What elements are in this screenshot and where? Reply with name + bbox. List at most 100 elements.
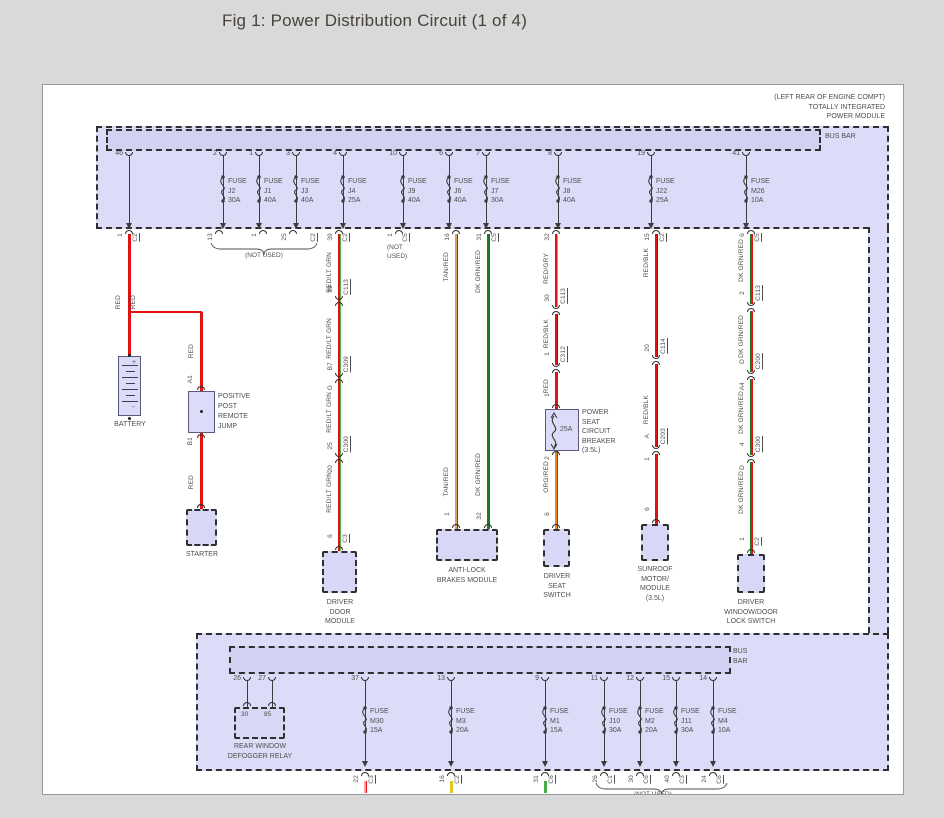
wire-color-label: TAN/RED xyxy=(443,467,450,497)
wire-color-label: DK GRN/RED xyxy=(475,453,482,496)
connector-pin: 25 xyxy=(327,442,334,450)
fuse-icon xyxy=(357,705,367,735)
wire-color-label: DK GRN/RED xyxy=(738,471,745,514)
fuse-label: FUSE xyxy=(348,178,367,185)
driver-seat-switch-label: DRIVER xyxy=(543,573,571,580)
anti-lock-brakes-module-label: ANTI-LOCK xyxy=(448,567,486,574)
internal-wire xyxy=(128,156,130,223)
wire-color-label: RED xyxy=(188,475,195,490)
connector-label: C2 xyxy=(659,233,666,242)
terminal-icon xyxy=(215,230,223,234)
fuse-label: FUSE xyxy=(681,708,700,715)
driver-door-module-label: MODULE xyxy=(325,618,355,625)
fuse-icon xyxy=(395,174,405,204)
fuse-label: M4 xyxy=(718,717,728,725)
component-pin: 6 xyxy=(327,534,334,538)
connector-label: C2 xyxy=(754,537,761,546)
fuse-label: 25A xyxy=(348,197,361,204)
wire-DK GRN/RED xyxy=(486,234,490,529)
positive-post-dot xyxy=(199,410,203,413)
wire-color-label: RED xyxy=(130,295,137,310)
bus-bar-top-label: BUS BAR xyxy=(825,133,856,140)
wire-color-label: RED/GRY xyxy=(543,253,550,284)
connector-pin: B7 xyxy=(327,362,334,371)
driver-window-door-lock-switch-label: LOCK SWITCH xyxy=(726,618,776,625)
terminal-icon xyxy=(652,519,660,523)
wire-color-label: DK GRN/RED xyxy=(738,315,745,358)
wire-color-label: DK GRN/RED xyxy=(738,239,745,282)
wire-RED xyxy=(199,433,203,509)
connector-label: C5 xyxy=(402,233,409,242)
wire-PNK xyxy=(363,781,367,793)
connector-name: C300 xyxy=(755,436,762,453)
fuse-icon xyxy=(596,705,606,735)
terminal-icon xyxy=(268,702,276,706)
fuse-icon xyxy=(288,174,298,204)
connector-pin: 20 xyxy=(644,344,651,352)
battery-label: BATTERY xyxy=(114,421,146,428)
wire-DK GRN/RED xyxy=(749,462,753,554)
driver-seat-switch-label: SWITCH xyxy=(543,592,571,599)
battery-plate xyxy=(122,365,138,366)
terminal-icon xyxy=(243,702,251,706)
fuse-label: M3 xyxy=(456,717,466,725)
bus-bar-bottom-label: BUS xyxy=(733,648,748,655)
wire-YEL xyxy=(449,781,453,793)
fuse-label: FUSE xyxy=(550,708,569,715)
battery-plate xyxy=(122,401,138,402)
driver-window-door-lock-switch-label: DRIVER xyxy=(737,599,765,606)
terminal-icon xyxy=(552,305,560,309)
terminal-icon xyxy=(652,355,660,359)
battery-terminal-dot xyxy=(127,354,131,357)
positive-post-label: REMOTE xyxy=(218,413,248,420)
battery-plus: + xyxy=(132,359,137,366)
fuse-icon xyxy=(443,705,453,735)
connector-pin: A4 xyxy=(739,382,746,391)
fuse-label: FUSE xyxy=(370,708,389,715)
fuse-label: 30A xyxy=(491,197,504,204)
exit-pin: 16 xyxy=(444,233,451,241)
fuse-label: 30A xyxy=(681,727,694,734)
connector-label: C2 xyxy=(310,233,317,242)
terminal-pin: 41 xyxy=(732,150,740,157)
component-pin: 6 xyxy=(544,512,551,516)
driver-door-module-label: DOOR xyxy=(329,608,351,616)
arrowhead-icon xyxy=(292,223,299,229)
terminal-icon xyxy=(197,434,205,438)
wire-color-label: RED/BLK xyxy=(543,319,550,349)
relay-pin: 30 xyxy=(241,711,249,718)
exit-pin: 1 xyxy=(117,233,124,237)
arrowhead-icon xyxy=(339,223,346,229)
breaker-pin: 1 xyxy=(544,393,551,397)
wire-color-label: RED/LT GRN xyxy=(326,318,333,359)
fuse-label: 10A xyxy=(718,727,731,734)
fuse-label: FUSE xyxy=(645,708,664,715)
terminal-icon xyxy=(747,308,755,312)
fuse-label: 20A xyxy=(456,727,469,734)
terminal-icon xyxy=(747,376,755,380)
connector-pin: 1 xyxy=(544,352,551,356)
driver-door-module-label: DRIVER xyxy=(326,599,354,606)
terminal-icon xyxy=(335,459,343,463)
wire-color-label: RED xyxy=(543,379,550,394)
fuse-icon xyxy=(632,705,642,735)
arrowhead-icon xyxy=(482,223,489,229)
driver-seat-switch xyxy=(543,529,570,567)
terminal-icon xyxy=(335,302,343,306)
arrowhead-icon xyxy=(636,761,643,767)
arrowhead-icon xyxy=(541,761,548,767)
exit-pin: 1 xyxy=(387,233,394,237)
connector-label: C3 xyxy=(342,534,349,543)
component-pin: 32 xyxy=(476,512,483,520)
terminal-icon xyxy=(652,361,660,365)
exit-pin: 31 xyxy=(533,775,540,783)
module-note: (LEFT REAR OF ENGINE COMPT) xyxy=(774,94,885,101)
bus-bar-bottom xyxy=(229,646,731,674)
fuse-label: 20A xyxy=(645,727,658,734)
connector-pin: A xyxy=(644,434,651,439)
connector-pin: 19 xyxy=(327,285,334,293)
connector-name: C309 xyxy=(343,356,350,373)
fuse-label: 30A xyxy=(228,197,241,204)
fuse-label: FUSE xyxy=(656,178,675,185)
connector-pin: 2 xyxy=(739,291,746,295)
